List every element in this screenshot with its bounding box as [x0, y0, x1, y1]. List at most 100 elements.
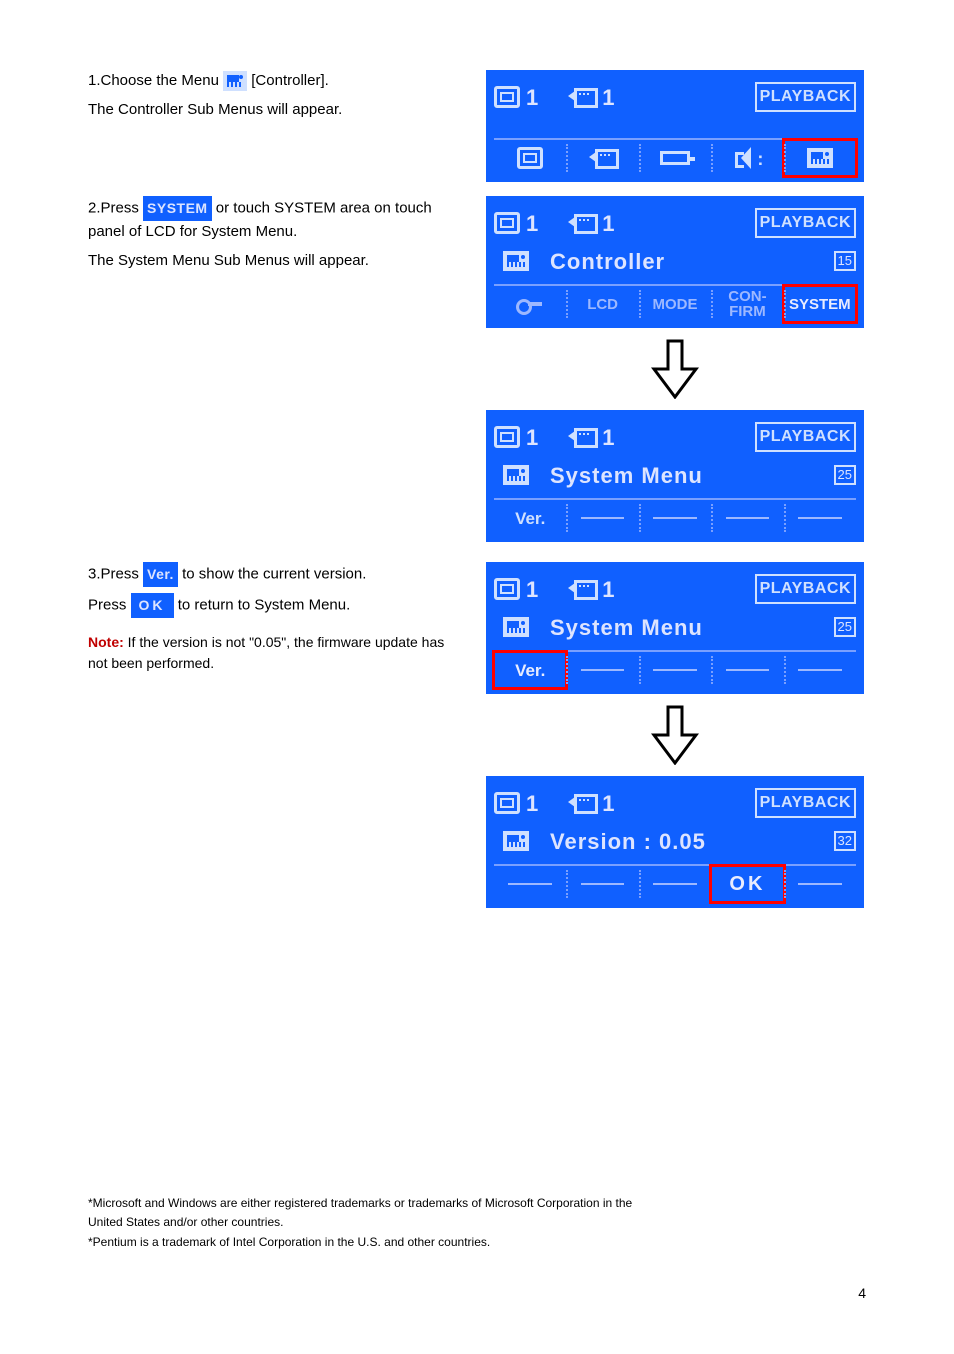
tab-mode[interactable]: MODE [639, 286, 711, 322]
tab-empty [711, 500, 783, 536]
playback-badge: PLAYBACK [755, 82, 856, 112]
recorder-icon [660, 151, 690, 165]
tab-empty [566, 500, 638, 536]
controller-icon [503, 617, 529, 637]
camera-number: 1 [602, 573, 614, 606]
footer-line-1: *Microsoft and Windows are either regist… [88, 1195, 866, 1212]
screen-icon [494, 426, 520, 448]
camera-icon [568, 580, 596, 598]
page-indicator: 25 [834, 465, 856, 485]
monitor-number: 1 [526, 207, 538, 240]
step-3-screens: 1 1 PLAYBACK System Menu 25 [486, 562, 866, 914]
camera-icon [568, 88, 596, 106]
menu-tab-monitor[interactable] [494, 140, 566, 176]
tab-empty [566, 652, 638, 688]
tab-empty [784, 500, 856, 536]
playback-badge: PLAYBACK [755, 422, 856, 452]
page-indicator: 15 [834, 251, 856, 271]
note: Note: If the version is not "0.05", the … [88, 632, 466, 674]
controller-icon [503, 465, 529, 485]
version-title: Version : 0.05 [550, 825, 706, 858]
playback-badge: PLAYBACK [755, 208, 856, 238]
menu-tab-audio[interactable]: : [711, 140, 783, 176]
step-3-after-ver: to show the current version. [182, 565, 366, 582]
tab-lcd[interactable]: LCD [566, 286, 638, 322]
page-indicator: 32 [834, 831, 856, 851]
step-2-follow: The System Menu Sub Menus will appear. [88, 250, 466, 273]
arrow-down-icon [486, 700, 864, 770]
tab-version[interactable]: Ver. [494, 652, 566, 688]
system-menu-title: System Menu [550, 459, 703, 492]
step-1-text: 1.Choose the Menu [Controller]. The Cont… [88, 70, 486, 127]
step-1-after: [Controller]. [251, 72, 329, 89]
step-3: 3.Press Ver. to show the current version… [88, 562, 866, 914]
controller-icon [503, 831, 529, 851]
tab-version[interactable]: Ver. [494, 500, 566, 536]
screen-icon [494, 86, 520, 108]
step-1-follow: The Controller Sub Menus will appear. [88, 99, 466, 122]
tab-empty [784, 652, 856, 688]
system-label: SYSTEM [143, 196, 212, 221]
note-prefix: Note: [88, 634, 128, 650]
controller-title: Controller [550, 245, 665, 278]
footer-line-3: *Pentium is a trademark of Intel Corpora… [88, 1234, 866, 1251]
note-text: If the version is not "0.05", the firmwa… [88, 634, 444, 671]
ok-label: OK [131, 593, 174, 618]
step-2-intro: 2.Press [88, 199, 143, 216]
tab-confirm[interactable]: CON-FIRM [711, 286, 783, 322]
step-2-text: 2.Press SYSTEM or touch SYSTEM area on t… [88, 196, 486, 278]
monitor-number: 1 [526, 421, 538, 454]
lcd-screen-system-menu: 1 1 PLAYBACK System Menu 25 [486, 410, 864, 542]
camera-number: 1 [602, 421, 614, 454]
key-icon [516, 297, 544, 311]
lcd-screen-controller: 1 1 PLAYBACK Controller 15 [486, 196, 864, 328]
system-menu-title: System Menu [550, 611, 703, 644]
lcd-screen-version: 1 1 PLAYBACK Version : 0.05 32 [486, 776, 864, 908]
tab-lock[interactable] [494, 286, 566, 322]
step-1-intro: 1.Choose the Menu [88, 72, 223, 89]
tab-empty [566, 866, 638, 902]
tab-system[interactable]: SYSTEM [784, 286, 856, 322]
step-3-text: 3.Press Ver. to show the current version… [88, 562, 486, 674]
camera-icon [589, 149, 617, 167]
step-3-intro: 3.Press [88, 565, 143, 582]
menu-tab-controller[interactable] [784, 140, 856, 176]
footer-line-2: United States and/or other countries. [88, 1214, 866, 1231]
step-3-after-ok: to return to System Menu. [178, 596, 351, 613]
lcd-screen-system-menu-ver: 1 1 PLAYBACK System Menu 25 [486, 562, 864, 694]
screen-icon [517, 147, 543, 169]
controller-icon [807, 148, 833, 168]
tab-empty [494, 866, 566, 902]
camera-number: 1 [602, 787, 614, 820]
speaker-icon: : [735, 147, 759, 169]
tab-empty [784, 866, 856, 902]
camera-number: 1 [602, 207, 614, 240]
page-number: 4 [858, 1283, 866, 1304]
screen-icon [494, 212, 520, 234]
tab-empty [639, 866, 711, 902]
tab-empty [639, 500, 711, 536]
tab-empty [711, 652, 783, 688]
step-2: 2.Press SYSTEM or touch SYSTEM area on t… [88, 196, 866, 548]
menu-tab-recorder[interactable] [639, 140, 711, 176]
tab-ok[interactable]: OK [711, 866, 783, 902]
step-1: 1.Choose the Menu [Controller]. The Cont… [88, 70, 866, 188]
monitor-number: 1 [526, 787, 538, 820]
monitor-number: 1 [526, 573, 538, 606]
controller-icon [503, 251, 529, 271]
playback-badge: PLAYBACK [755, 574, 856, 604]
tab-empty [639, 652, 711, 688]
page-indicator: 25 [834, 617, 856, 637]
camera-number: 1 [602, 81, 614, 114]
step-2-screens: 1 1 PLAYBACK Controller 15 [486, 196, 866, 548]
menu-tab-camera[interactable] [566, 140, 638, 176]
ver-label: Ver. [143, 562, 178, 587]
screen-icon [494, 578, 520, 600]
screen-icon [494, 792, 520, 814]
arrow-down-icon [486, 334, 864, 404]
controller-icon-inline [223, 72, 247, 90]
step-1-screens: 1 1 PLAYBACK : [486, 70, 866, 188]
step-3-press: Press [88, 596, 131, 613]
playback-badge: PLAYBACK [755, 788, 856, 818]
lcd-screen-main-menu: 1 1 PLAYBACK : [486, 70, 864, 182]
